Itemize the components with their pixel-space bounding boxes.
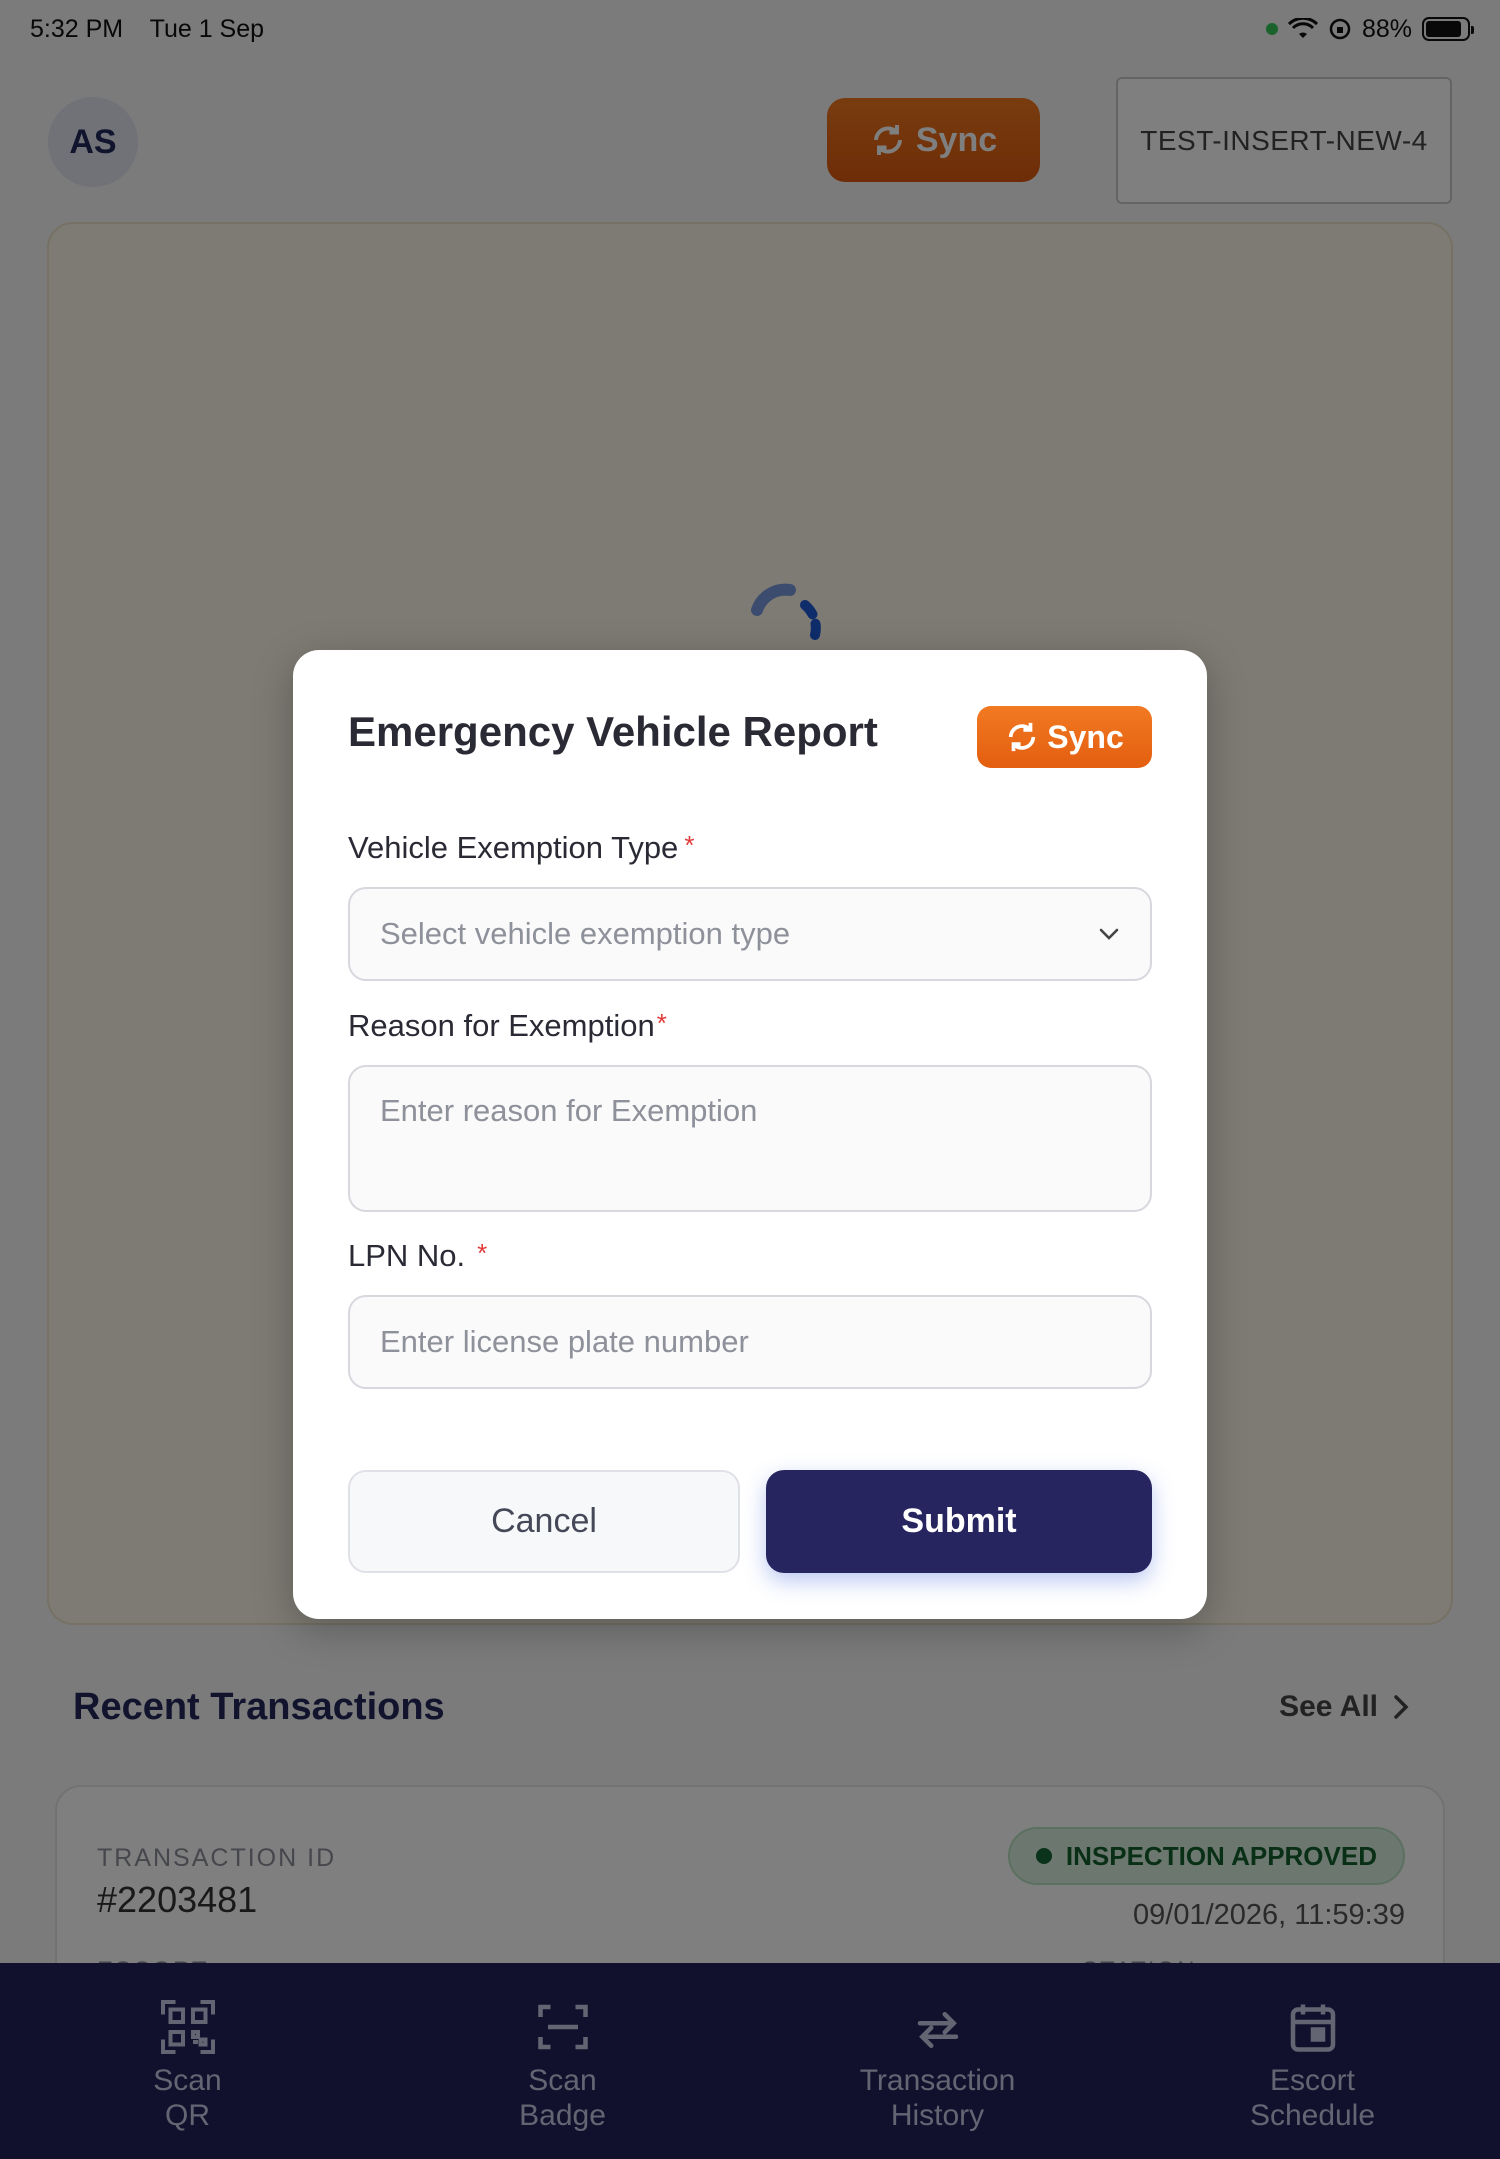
reason-label-text: Reason for Exemption bbox=[348, 1008, 655, 1043]
exemption-type-placeholder: Select vehicle exemption type bbox=[380, 916, 791, 951]
submit-button[interactable]: Submit bbox=[766, 1470, 1152, 1573]
dialog-title: Emergency Vehicle Report bbox=[348, 708, 878, 755]
lpn-label: LPN No. * bbox=[348, 1238, 487, 1274]
reason-textarea[interactable] bbox=[348, 1065, 1152, 1212]
reason-label: Reason for Exemption* bbox=[348, 1008, 667, 1044]
cancel-button[interactable]: Cancel bbox=[348, 1470, 740, 1573]
required-asterisk: * bbox=[656, 1008, 667, 1038]
dialog-sync-button[interactable]: Sync bbox=[977, 706, 1152, 768]
exemption-type-label-text: Vehicle Exemption Type bbox=[348, 830, 679, 865]
required-asterisk: * bbox=[477, 1238, 488, 1268]
exemption-type-select[interactable]: Select vehicle exemption type bbox=[348, 887, 1152, 981]
required-asterisk: * bbox=[684, 830, 695, 860]
dialog-sync-label: Sync bbox=[1047, 718, 1124, 755]
lpn-label-text: LPN No. bbox=[348, 1238, 466, 1273]
sync-icon bbox=[1009, 722, 1036, 752]
exemption-type-label: Vehicle Exemption Type * bbox=[348, 830, 694, 866]
emergency-vehicle-report-dialog: Emergency Vehicle Report Sync Vehicle Ex… bbox=[293, 650, 1207, 1619]
lpn-input[interactable] bbox=[348, 1295, 1152, 1389]
chevron-down-icon bbox=[1099, 928, 1119, 940]
